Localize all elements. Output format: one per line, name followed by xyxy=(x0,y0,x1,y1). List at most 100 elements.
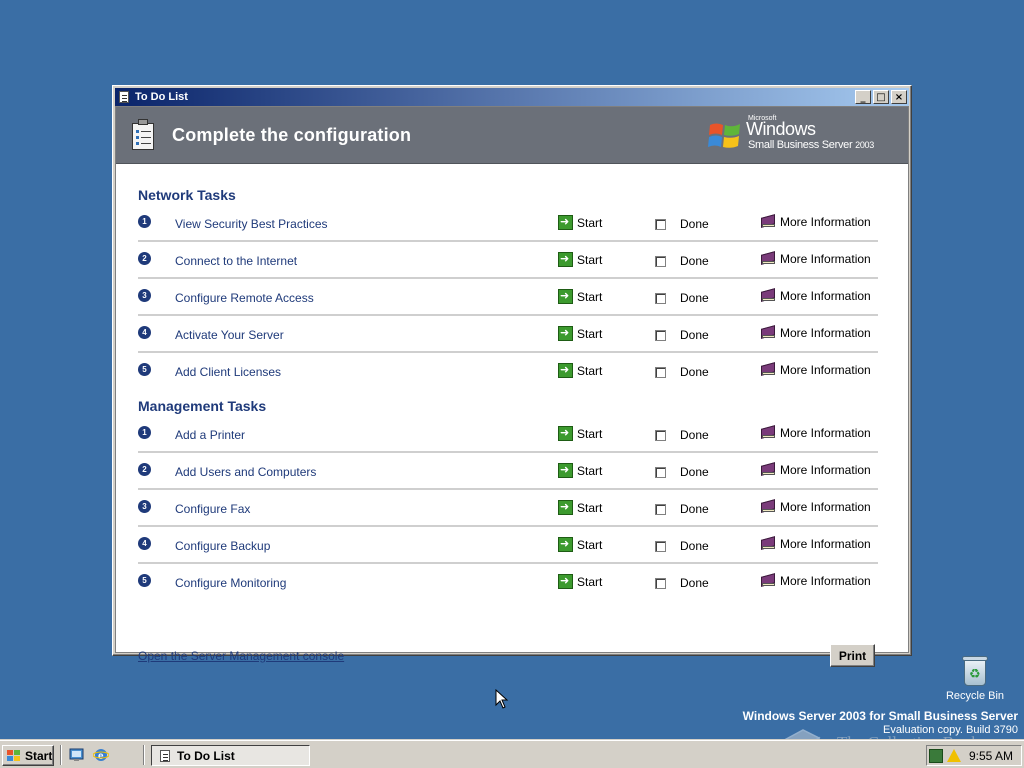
done-checkbox[interactable]: Done xyxy=(655,291,709,305)
start-button[interactable]: Start xyxy=(558,363,602,378)
checkbox-box[interactable] xyxy=(655,503,666,515)
brand-windows: Windows xyxy=(746,119,816,139)
more-information-link[interactable]: More Information xyxy=(760,499,871,514)
done-label: Done xyxy=(680,465,709,479)
network-status-icon[interactable] xyxy=(928,748,943,763)
start-button[interactable]: Start xyxy=(558,252,602,267)
more-information-link[interactable]: More Information xyxy=(760,325,871,340)
more-information-link[interactable]: More Information xyxy=(760,288,871,303)
start-button[interactable]: Start xyxy=(558,426,602,441)
task-link[interactable]: Configure Remote Access xyxy=(175,291,314,305)
more-information-link[interactable]: More Information xyxy=(760,425,871,440)
start-label: Start xyxy=(577,363,603,378)
task-link[interactable]: Configure Backup xyxy=(175,539,270,553)
recycle-bin-label: Recycle Bin xyxy=(945,690,1005,702)
checkbox-box[interactable] xyxy=(655,540,666,552)
minimize-button[interactable]: _ xyxy=(855,90,871,104)
step-number-icon: 4 xyxy=(138,326,151,339)
more-label: More Information xyxy=(780,363,871,377)
more-information-link[interactable]: More Information xyxy=(760,214,871,229)
more-information-link[interactable]: More Information xyxy=(760,462,871,477)
done-checkbox[interactable]: Done xyxy=(655,465,709,479)
checkbox-box[interactable] xyxy=(655,292,666,304)
task-link[interactable]: Configure Fax xyxy=(175,502,250,516)
checkbox-box[interactable] xyxy=(655,466,666,478)
done-checkbox[interactable]: Done xyxy=(655,254,709,268)
step-number-icon: 4 xyxy=(138,537,151,550)
book-icon xyxy=(760,462,776,477)
task-link[interactable]: Connect to the Internet xyxy=(175,254,297,268)
clock[interactable]: 9:55 AM xyxy=(969,749,1013,763)
task-row: 1 Add a Printer Start Done More Informat… xyxy=(138,416,878,453)
book-icon xyxy=(760,251,776,266)
checkbox-box[interactable] xyxy=(655,329,666,341)
more-label: More Information xyxy=(780,500,871,514)
mouse-cursor-icon xyxy=(495,689,509,709)
start-menu-button[interactable]: Start xyxy=(2,745,54,766)
green-arrow-icon xyxy=(558,289,573,304)
start-menu-label: Start xyxy=(25,748,53,763)
start-label: Start xyxy=(577,252,603,267)
more-label: More Information xyxy=(780,537,871,551)
done-checkbox[interactable]: Done xyxy=(655,428,709,442)
checkbox-box[interactable] xyxy=(655,429,666,441)
show-desktop-icon[interactable] xyxy=(69,747,85,763)
start-button[interactable]: Start xyxy=(558,215,602,230)
done-label: Done xyxy=(680,502,709,516)
task-link[interactable]: Configure Monitoring xyxy=(175,576,286,590)
start-button[interactable]: Start xyxy=(558,326,602,341)
close-button[interactable]: × xyxy=(891,90,907,104)
task-link[interactable]: Add Users and Computers xyxy=(175,465,316,479)
taskbar-button-label: To Do List xyxy=(177,748,235,763)
recycle-bin-icon[interactable]: ♻ xyxy=(961,656,989,686)
todo-list-icon xyxy=(117,90,131,104)
svg-text:e: e xyxy=(98,751,104,762)
warning-icon[interactable] xyxy=(946,749,961,762)
checkbox-box[interactable] xyxy=(655,218,666,230)
checkbox-box[interactable] xyxy=(655,577,666,589)
maximize-button[interactable]: □ xyxy=(873,90,889,104)
step-number-icon: 1 xyxy=(138,426,151,439)
server-management-console-link[interactable]: Open the Server Management console xyxy=(138,649,344,663)
start-button[interactable]: Start xyxy=(558,500,602,515)
done-checkbox[interactable]: Done xyxy=(655,539,709,553)
step-number-icon: 2 xyxy=(138,252,151,265)
book-icon xyxy=(760,214,776,229)
done-checkbox[interactable]: Done xyxy=(655,576,709,590)
task-link[interactable]: View Security Best Practices xyxy=(175,217,328,231)
internet-explorer-icon[interactable]: e xyxy=(93,747,109,763)
checkbox-box[interactable] xyxy=(655,366,666,378)
more-information-link[interactable]: More Information xyxy=(760,362,871,377)
more-label: More Information xyxy=(780,252,871,266)
start-button[interactable]: Start xyxy=(558,463,602,478)
more-label: More Information xyxy=(780,215,871,229)
done-label: Done xyxy=(680,539,709,553)
start-button[interactable]: Start xyxy=(558,537,602,552)
checkbox-box[interactable] xyxy=(655,255,666,267)
task-link[interactable]: Add Client Licenses xyxy=(175,365,281,379)
task-row: 5 Add Client Licenses Start Done More In… xyxy=(138,353,878,390)
more-label: More Information xyxy=(780,326,871,340)
taskbar-todo-list-button[interactable]: To Do List xyxy=(151,745,310,766)
done-label: Done xyxy=(680,328,709,342)
more-information-link[interactable]: More Information xyxy=(760,251,871,266)
green-arrow-icon xyxy=(558,537,573,552)
done-checkbox[interactable]: Done xyxy=(655,217,709,231)
more-information-link[interactable]: More Information xyxy=(760,573,871,588)
task-link[interactable]: Activate Your Server xyxy=(175,328,284,342)
separator xyxy=(60,745,62,765)
checklist-icon xyxy=(130,119,158,151)
done-checkbox[interactable]: Done xyxy=(655,365,709,379)
recycle-bin[interactable]: ♻ Recycle Bin xyxy=(940,656,1010,702)
more-label: More Information xyxy=(780,426,871,440)
title-bar[interactable]: To Do List _ □ × xyxy=(115,88,909,106)
book-icon xyxy=(760,325,776,340)
more-label: More Information xyxy=(780,289,871,303)
done-checkbox[interactable]: Done xyxy=(655,328,709,342)
task-link[interactable]: Add a Printer xyxy=(175,428,245,442)
more-information-link[interactable]: More Information xyxy=(760,536,871,551)
start-button[interactable]: Start xyxy=(558,574,602,589)
start-button[interactable]: Start xyxy=(558,289,602,304)
print-button[interactable]: Print xyxy=(830,644,875,667)
done-checkbox[interactable]: Done xyxy=(655,502,709,516)
